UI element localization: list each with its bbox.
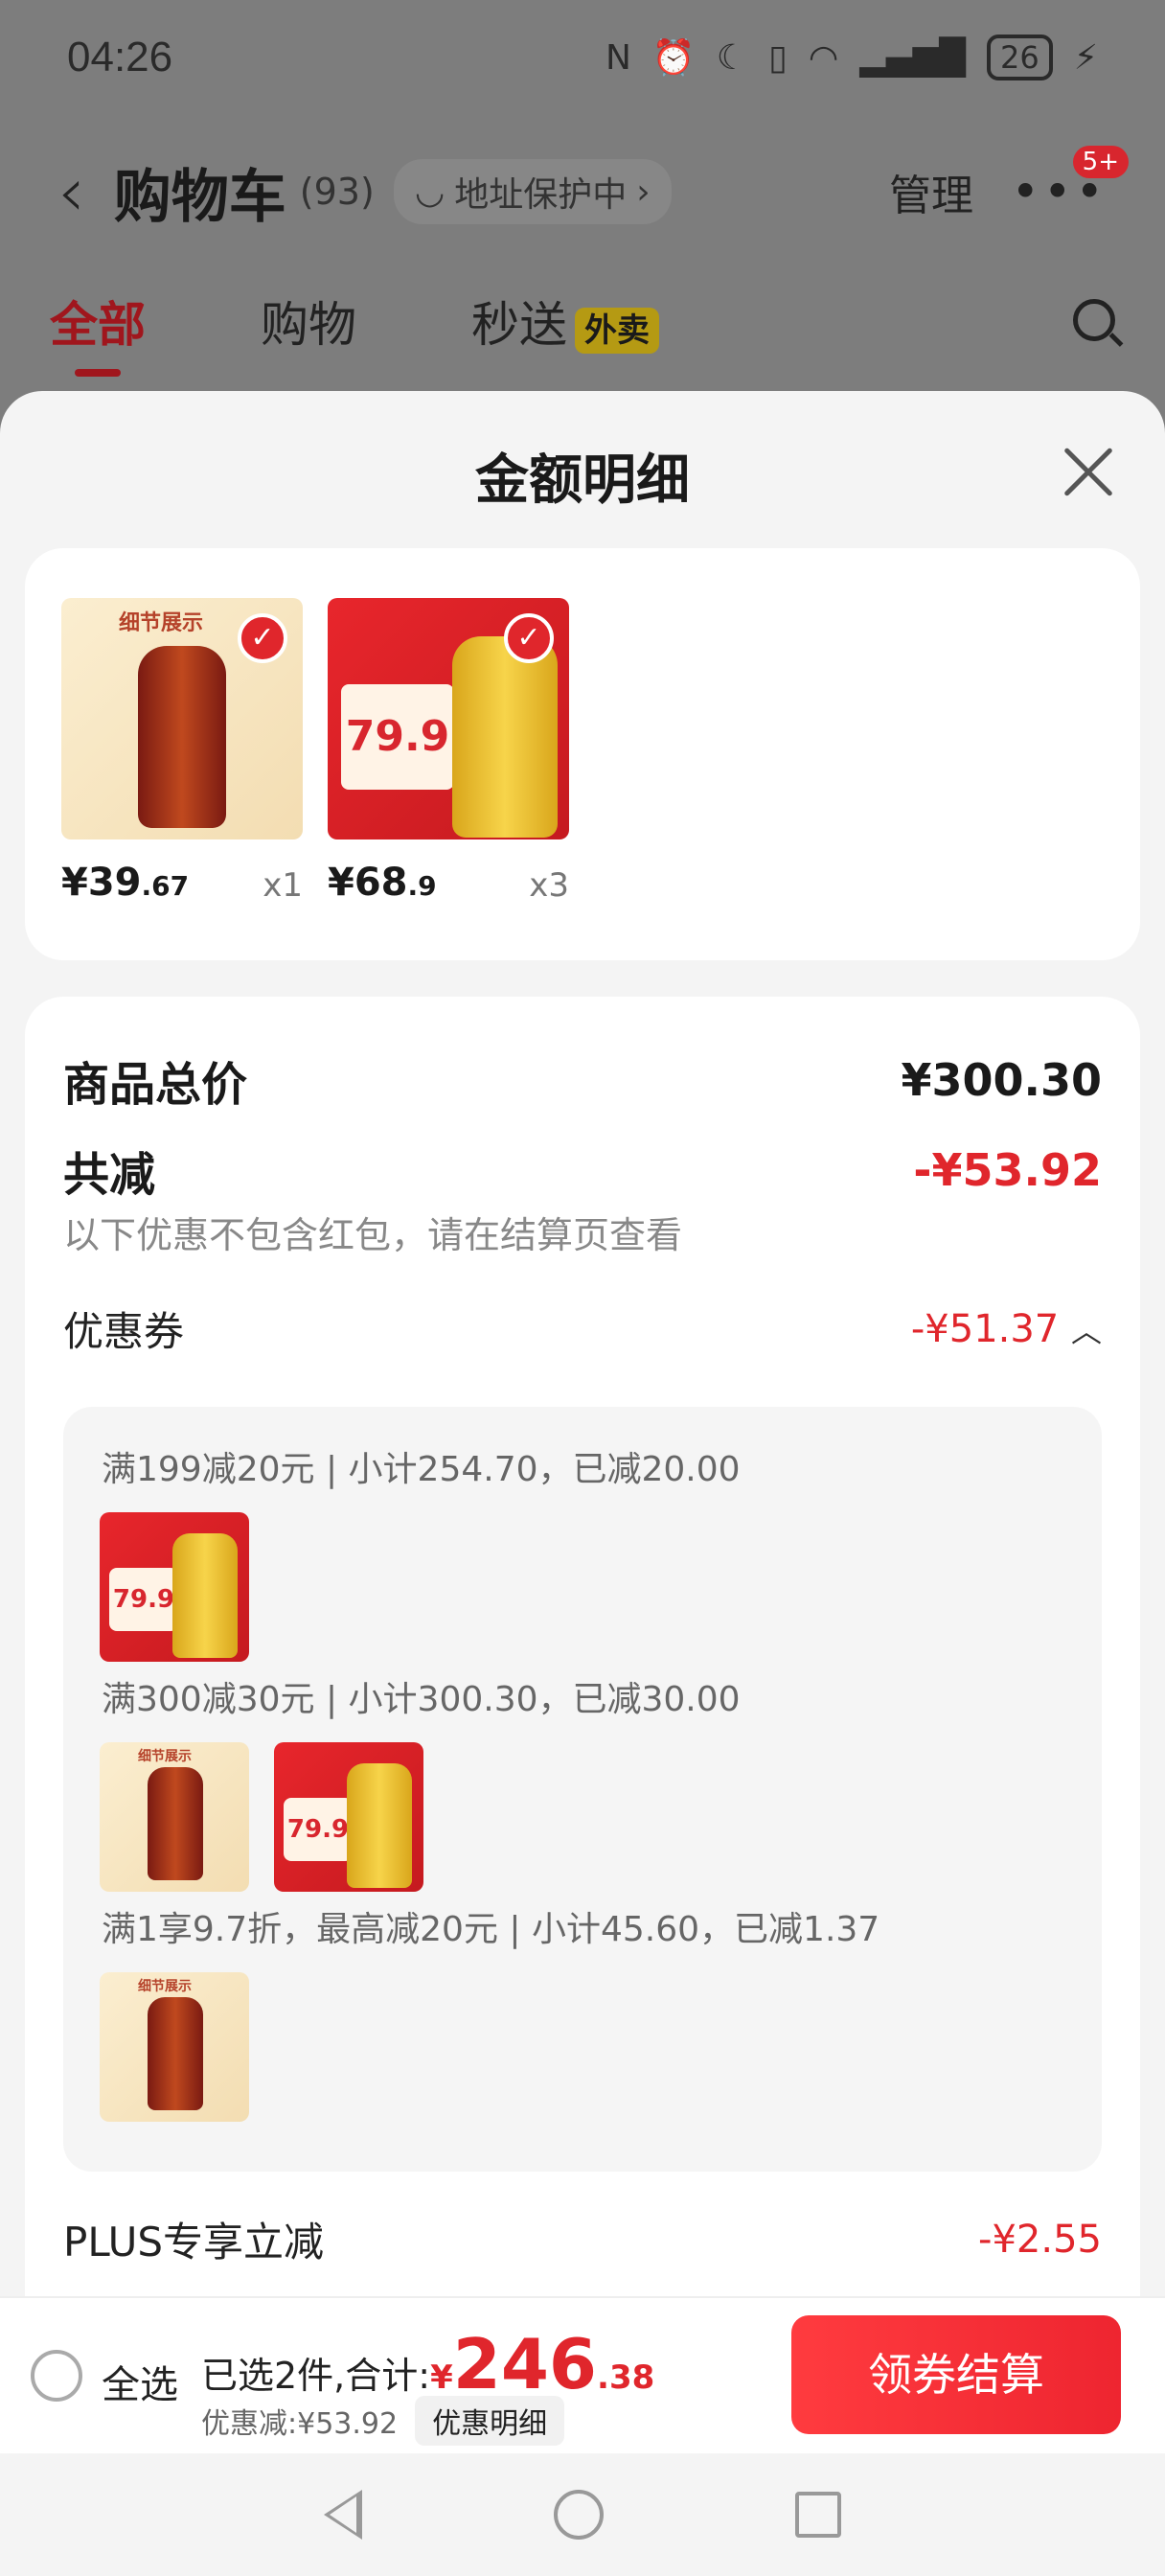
amount-detail-sheet: 金额明细 细节展示 ✓ ¥39.67 x1 79.9 ✓ ¥68.9 x3 商品… [0,391,1165,2576]
coupon-item-text: 满1享9.7折，最高减20元 | 小计45.60，已减1.37 [102,1910,880,1949]
tab-instant[interactable]: 秒送 外卖 [471,287,659,356]
thumb-label: 细节展示 [138,1979,192,1994]
check-icon[interactable]: ✓ [238,613,287,663]
signal-icon: ▂▄▆█ [859,37,966,78]
charging-icon: ⚡ [1073,37,1098,78]
nav-recent-icon[interactable] [795,2492,841,2538]
search-icon[interactable] [1073,299,1115,341]
total-value: ¥300.30 [901,1054,1102,1106]
select-all-label[interactable]: 全选 [102,2354,178,2409]
coupon-product-thumb: 79.9 [100,1512,249,1662]
moon-icon: ☾ [716,37,748,78]
manage-button[interactable]: 管理 [889,161,973,222]
status-icons: N ⏰ ☾ ▯ ◠ ▂▄▆█ 26 ⚡ [605,34,1098,80]
reduce-label: 共减 [63,1148,156,1202]
battery-icon: 26 [987,34,1053,80]
oil-bottle-image [452,636,558,838]
cart-header: ‹ 购物车 (93) ◡ 地址保护中 › 管理 ••• 5+ [0,134,1165,249]
address-protect-label: 地址保护中 [454,175,628,215]
close-icon[interactable] [1062,445,1115,498]
wifi-icon: ◠ [808,37,839,78]
coupon-item-text: 满199减20元 | 小计254.70，已减20.00 [102,1450,741,1489]
vibrate-icon: ▯ [768,37,788,78]
price-dec: .67 [141,870,190,902]
status-time: 04:26 [67,34,173,80]
plus-row: PLUS专享立减 -¥2.55 [63,2210,1102,2268]
takeout-tag: 外卖 [575,308,659,354]
product-item[interactable]: 细节展示 ✓ ¥39.67 x1 [61,598,303,905]
oil-bottle-image [138,646,226,828]
coupon-list: 满199减20元 | 小计254.70，已减20.00 79.9 满300减30… [63,1407,1102,2172]
checkout-bar: 全选 已选2件,合计: ¥ 246 .38 优惠减:¥53.92 优惠明细 领券… [0,2296,1165,2453]
chevron-up-icon: ︿ [1070,1312,1102,1349]
nav-home-icon[interactable] [554,2490,604,2540]
reduce-value: -¥53.92 [913,1144,1102,1196]
oil-bottle-image [148,1767,203,1880]
coupon-product-thumb: 细节展示 [100,1972,249,2122]
checkout-button[interactable]: 领券结算 [791,2315,1121,2434]
oil-bottle-image [148,1997,203,2110]
oil-bottle-image [172,1533,238,1658]
thumb-price-tag: 79.9 [284,1798,353,1861]
back-arrow-icon[interactable]: ‹ [57,151,85,232]
system-nav-bar [0,2453,1165,2576]
product-item[interactable]: 79.9 ✓ ¥68.9 x3 [328,598,569,905]
coupon-value: -¥51.37 [910,1306,1060,1351]
total-label: 商品总价 [63,1058,248,1112]
discount-text: 优惠减:¥53.92 [201,2407,399,2441]
product-thumbnail: 细节展示 ✓ [61,598,303,840]
status-bar: 04:26 N ⏰ ☾ ▯ ◠ ▂▄▆█ 26 ⚡ [0,0,1165,115]
sum-dec: .38 [597,2358,655,2397]
alarm-icon: ⏰ [651,38,696,78]
sum-line: 已选2件,合计: ¥ 246 .38 [201,2324,655,2404]
product-qty: x3 [529,866,569,905]
address-protect-button[interactable]: ◡ 地址保护中 › [393,159,672,224]
nav-back-icon[interactable] [324,2490,362,2540]
shield-icon: ◡ [414,172,445,212]
product-card: 细节展示 ✓ ¥39.67 x1 79.9 ✓ ¥68.9 x3 [25,548,1140,960]
coupon-item-text: 满300减30元 | 小计300.30，已减30.00 [102,1680,741,1719]
sum-symbol: ¥ [430,2358,453,2397]
plus-label: PLUS专享立减 [63,2219,325,2266]
cart-count: (93) [299,171,375,213]
reduce-note: 以下优惠不包含红包，请在结算页查看 [63,1214,683,1256]
product-price: ¥68.9 x3 [328,861,569,905]
coupon-value-wrap: -¥51.37 ︿ [911,1307,1102,1351]
cart-tabs: 全部 购物 秒送 外卖 [0,278,1165,377]
product-thumbnail: 79.9 ✓ [328,598,569,840]
thumb-label: 细节展示 [138,1749,192,1764]
price-dec: .9 [407,870,437,902]
thumb-price-tag: 79.9 [341,684,454,790]
tab-shopping[interactable]: 购物 [261,287,356,356]
reduce-row: 共减 -¥53.92 [63,1137,1102,1204]
tab-all[interactable]: 全部 [50,287,146,377]
nfc-icon: N [605,37,631,78]
tab-instant-label: 秒送 [471,297,567,353]
page-title: 购物车 [113,163,286,231]
price-int: ¥68 [328,861,408,905]
select-all-radio[interactable] [31,2350,82,2402]
coupon-product-thumb: 79.9 [274,1742,423,1892]
price-int: ¥39 [61,861,142,905]
thumb-price-tag: 79.9 [109,1568,178,1631]
chevron-right-icon: › [636,172,651,212]
coupon-label: 优惠券 [63,1308,185,1355]
thumb-label: 细节展示 [119,611,204,635]
plus-value: -¥2.55 [978,2217,1102,2262]
oil-bottle-image [347,1763,412,1888]
coupon-product-thumb: 细节展示 [100,1742,249,1892]
sum-int: 246 [452,2324,598,2404]
product-qty: x1 [263,866,303,905]
selected-text: 已选2件,合计: [201,2355,431,2397]
coupon-row[interactable]: 优惠券 -¥51.37 ︿ [63,1300,1102,1358]
discount-line: 优惠减:¥53.92 优惠明细 [201,2396,565,2446]
discount-detail-button[interactable]: 优惠明细 [415,2396,565,2446]
product-price: ¥39.67 x1 [61,861,303,905]
message-badge: 5+ [1072,146,1129,178]
check-icon[interactable]: ✓ [504,613,554,663]
sheet-title: 金额明细 [475,449,690,512]
total-row: 商品总价 ¥300.30 [63,1046,1102,1114]
